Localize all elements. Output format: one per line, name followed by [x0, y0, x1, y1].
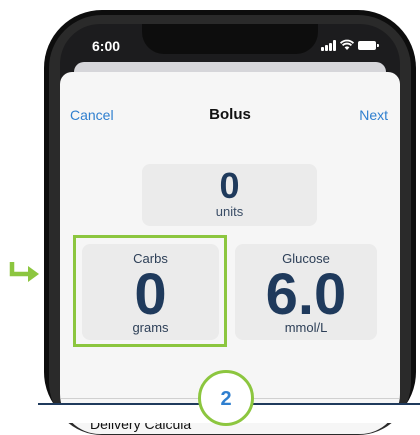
bolus-units-value: 0 [219, 165, 240, 206]
bolus-units-card[interactable]: 0 units [142, 164, 317, 226]
nav-bar: Cancel Bolus Next [60, 72, 400, 132]
next-button[interactable]: Next [359, 107, 388, 123]
carbs-value: 0 [134, 262, 167, 327]
carbs-unit: grams [132, 320, 169, 335]
wifi-icon [340, 39, 354, 50]
status-time: 6:00 [92, 38, 121, 54]
signal-icon [321, 39, 336, 51]
status-icons [321, 38, 379, 52]
phone-notch [142, 24, 318, 54]
bolus-units-label: units [215, 204, 244, 219]
step-number-badge: 2 [198, 370, 254, 426]
page-title: Bolus [209, 106, 251, 123]
pointer-arrow-icon [9, 262, 39, 282]
carbs-input-card[interactable]: Carbs 0 grams [82, 244, 219, 340]
glucose-value: 6.0 [265, 262, 347, 327]
glucose-input-card[interactable]: Glucose 6.0 mmol/L [235, 244, 377, 340]
glucose-unit: mmol/L [284, 320, 328, 335]
battery-icon [358, 40, 379, 50]
